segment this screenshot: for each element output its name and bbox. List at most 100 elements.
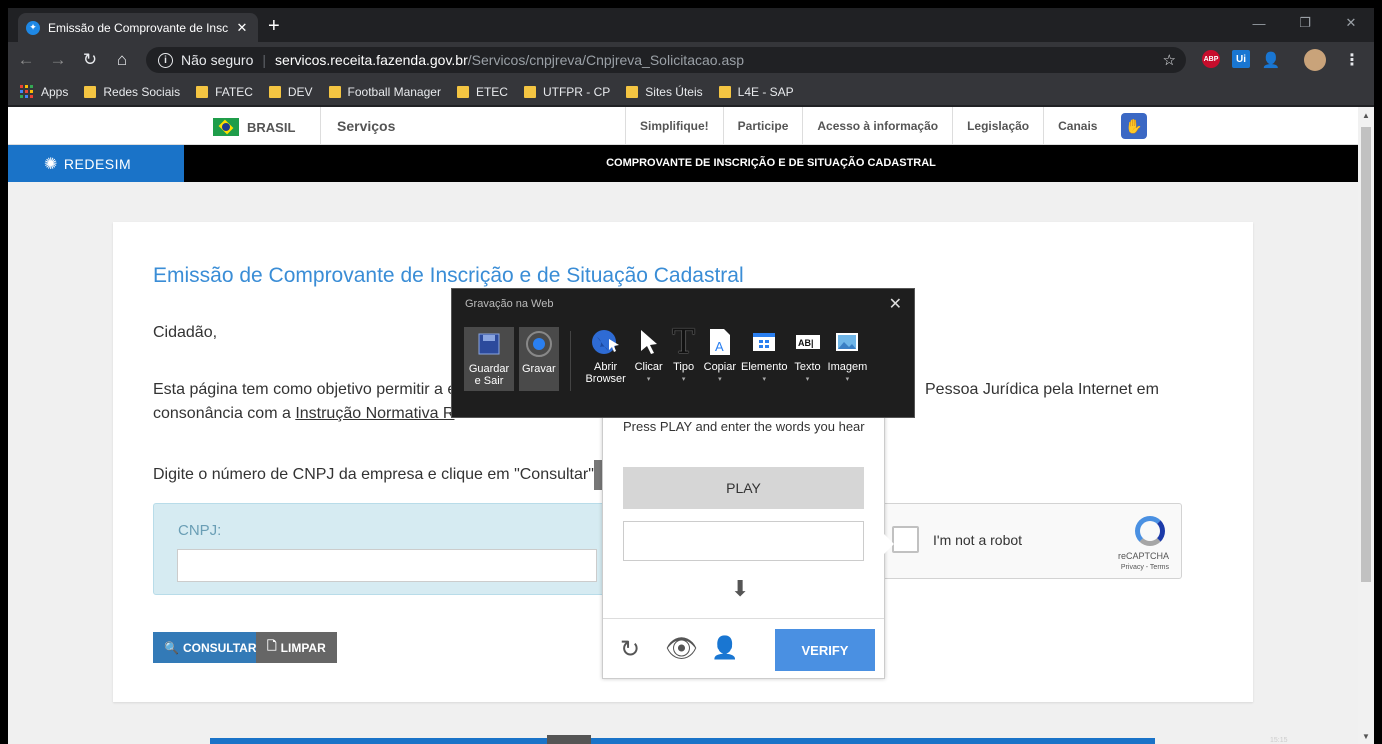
scroll-thumb[interactable]	[1361, 127, 1371, 582]
help-button[interactable]	[594, 460, 602, 490]
bookmark-folder[interactable]: DEV	[268, 85, 313, 99]
address-bar[interactable]: i Não seguro | servicos.receita.fazenda.…	[146, 47, 1186, 73]
paragraph-start: Esta página tem como objetivo permitir a…	[153, 381, 457, 398]
gov-link-acesso[interactable]: Acesso à informação	[802, 107, 952, 145]
close-recorder-icon[interactable]: ✕	[889, 294, 902, 314]
bookmark-label: Apps	[41, 84, 69, 99]
bookmark-folder[interactable]: FATEC	[196, 85, 253, 99]
redesim-logo[interactable]: ✺ REDESIM	[8, 145, 184, 182]
recaptcha-brand: reCAPTCHA	[1117, 551, 1169, 561]
audio-response-input[interactable]	[623, 521, 864, 561]
image-picture-icon	[832, 327, 862, 357]
folder-icon	[456, 85, 469, 98]
back-icon[interactable]: ←	[12, 46, 40, 74]
accessibility-hands-icon[interactable]: ✋	[1121, 113, 1147, 139]
tool-label: Gravar	[522, 363, 556, 375]
taskbar-item[interactable]	[547, 735, 591, 744]
bookmark-label: ETEC	[475, 84, 508, 99]
challenge-instructions: Press PLAY and enter the words you hear	[623, 419, 865, 434]
profile-avatar[interactable]	[1304, 49, 1326, 71]
buster-person-icon[interactable]: 👤	[711, 635, 738, 661]
close-tab-icon[interactable]: ✕	[234, 20, 250, 36]
bookmark-folder[interactable]: Sites Úteis	[626, 85, 703, 99]
redesim-mark-icon: ✺	[44, 155, 58, 173]
download-icon[interactable]: ⬇	[731, 576, 749, 602]
scroll-up-icon[interactable]: ▲	[1358, 107, 1374, 123]
bookmark-label: Redes Sociais	[103, 84, 181, 99]
recaptcha-checkbox[interactable]	[892, 526, 919, 553]
text-button[interactable]: AB| Texto ▾	[793, 327, 823, 386]
browser-toolbar: ← → ↻ ⌂ i Não seguro | servicos.receita.…	[8, 42, 1374, 78]
uipath-extension-icon[interactable]: Ui	[1232, 50, 1250, 68]
web-recorder-panel: Gravação na Web ✕ Guardar e Sair Gravar	[451, 288, 915, 418]
servicos-link[interactable]: Serviços	[320, 107, 625, 145]
bookmark-folder[interactable]: ETEC	[456, 84, 508, 99]
tool-label: Abrir Browser	[585, 361, 626, 385]
system-clock: 15:15	[1270, 737, 1288, 744]
record-button[interactable]: Gravar	[519, 327, 559, 391]
info-icon[interactable]: i	[158, 52, 173, 68]
bookmark-star-icon[interactable]: ☆	[1163, 51, 1176, 69]
type-button[interactable]: T Tipo ▾	[669, 325, 699, 386]
bookmarks-bar: Apps Redes Sociais FATEC DEV Football Ma…	[8, 78, 1374, 106]
bookmark-folder[interactable]: Football Manager	[328, 84, 441, 99]
tool-label: Clicar	[634, 361, 663, 373]
bookmark-folder[interactable]: UTFPR - CP	[523, 85, 610, 99]
dropdown-caret-icon: ▾	[681, 376, 686, 383]
bookmark-label: Football Manager	[347, 84, 441, 99]
folder-icon	[196, 85, 209, 98]
visual-challenge-eye-icon[interactable]: 👁	[665, 633, 698, 664]
person-check-icon[interactable]: 👤	[1262, 50, 1281, 70]
paragraph-end: Pessoa Jurídica pela Internet em	[925, 381, 1159, 398]
cnpj-input[interactable]	[177, 549, 597, 582]
verify-button[interactable]: VERIFY	[775, 629, 875, 671]
search-icon: 🔍	[164, 640, 179, 655]
folder-icon	[328, 85, 341, 98]
bookmark-folder[interactable]: L4E - SAP	[718, 85, 794, 99]
forward-icon[interactable]: →	[44, 46, 72, 74]
image-button[interactable]: Imagem ▾	[828, 327, 867, 386]
open-browser-button[interactable]: Abrir Browser	[583, 327, 629, 386]
folder-icon	[718, 85, 731, 98]
gov-link-participe[interactable]: Participe	[722, 107, 803, 145]
gov-link-legislacao[interactable]: Legislação	[952, 107, 1043, 145]
gov-link-simplifique[interactable]: Simplifique!	[625, 107, 723, 145]
footer-strip	[210, 738, 1155, 744]
browser-menu-icon[interactable]: ⋮	[1344, 50, 1360, 70]
file-icon: 🗋	[267, 639, 277, 653]
play-button[interactable]: PLAY	[623, 467, 864, 509]
limpar-button[interactable]: 🗋 LIMPAR	[256, 632, 337, 663]
minimize-icon[interactable]: —	[1236, 8, 1282, 38]
dropdown-caret-icon: ▾	[845, 376, 850, 383]
consultar-button[interactable]: 🔍 CONSULTAR	[153, 632, 268, 663]
redesim-label: REDESIM	[63, 155, 132, 172]
adblock-plus-icon[interactable]: ABP	[1202, 50, 1220, 68]
new-tab-button[interactable]: +	[268, 16, 280, 36]
browser-tab[interactable]: ✦ Emissão de Comprovante de Insc ✕	[18, 13, 258, 42]
svg-text:AB|: AB|	[798, 338, 814, 348]
element-button[interactable]: Elemento ▾	[741, 327, 788, 386]
home-icon[interactable]: ⌂	[108, 46, 136, 74]
brasil-link[interactable]: BRASIL	[213, 118, 295, 136]
instrucao-normativa-link[interactable]: Instrução Normativa R	[295, 405, 454, 422]
folder-icon	[626, 85, 639, 98]
url-path: /Servicos/cnpjreva/Cnpjreva_Solicitacao.…	[467, 52, 745, 68]
close-window-icon[interactable]: ✕	[1328, 8, 1374, 38]
click-button[interactable]: Clicar ▾	[634, 327, 664, 386]
cnpj-panel: CNPJ:	[153, 503, 608, 595]
bookmark-apps[interactable]: Apps	[20, 85, 68, 99]
save-and-exit-button[interactable]: Guardar e Sair	[464, 327, 514, 391]
apps-grid-icon	[20, 85, 33, 98]
recaptcha-terms-link[interactable]: Privacy - Terms	[1121, 564, 1169, 571]
copy-button[interactable]: A Copiar ▾	[704, 327, 736, 386]
reload-icon[interactable]: ↻	[76, 46, 104, 74]
page-scrollbar[interactable]: ▲ ▼	[1358, 107, 1374, 744]
bookmark-folder[interactable]: Redes Sociais	[84, 85, 180, 99]
tab-title: Emissão de Comprovante de Insc	[48, 20, 229, 35]
gov-link-canais[interactable]: Canais	[1043, 107, 1111, 145]
receita-favicon-icon: ✦	[26, 20, 40, 35]
dropdown-caret-icon: ▾	[762, 376, 767, 383]
scroll-down-icon[interactable]: ▼	[1358, 728, 1374, 744]
restore-icon[interactable]: ❐	[1282, 8, 1328, 38]
reload-challenge-icon[interactable]: ↻	[620, 635, 640, 664]
